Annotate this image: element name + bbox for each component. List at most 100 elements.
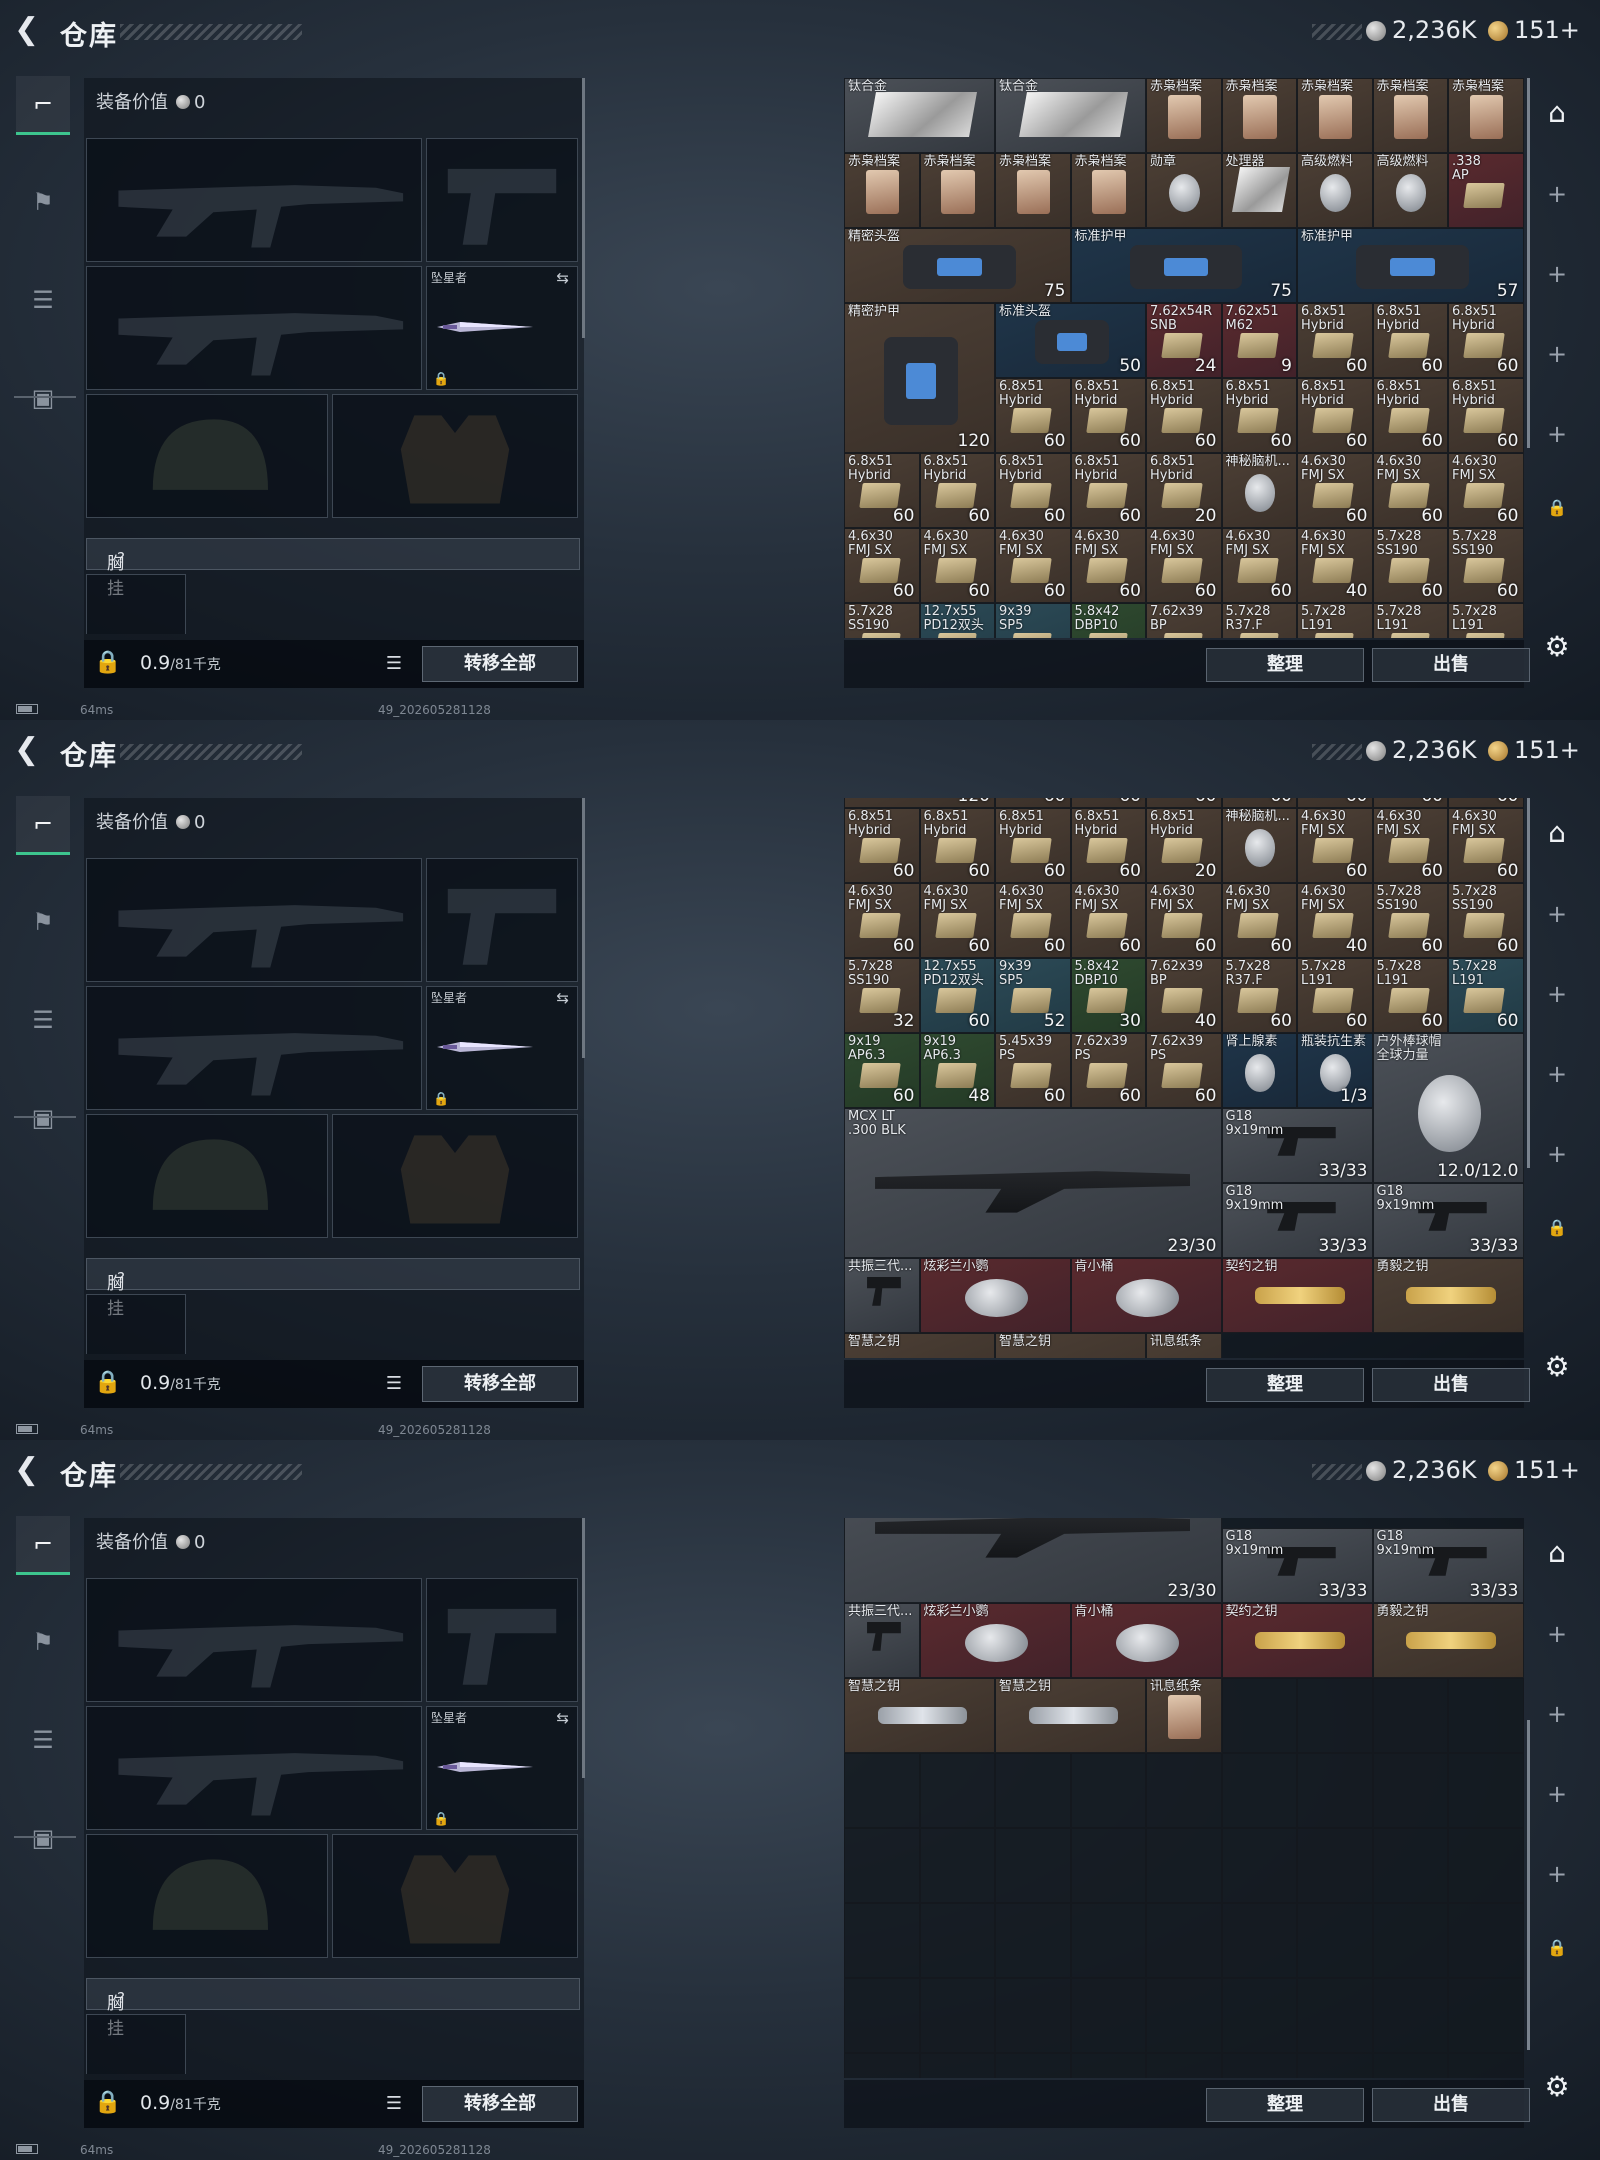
swap-icon[interactable]: ⇆ [556,989,569,1007]
inventory-item[interactable]: .338 AP [1448,153,1524,228]
inventory-item[interactable]: 60 [1070,798,1146,808]
empty-cell[interactable] [1448,1978,1524,2053]
sidebar-item-briefcase-icon[interactable]: ▣ [16,1090,70,1146]
empty-cell[interactable] [1448,1828,1524,1903]
inventory-item[interactable]: 4.6x30 FMJ SX 60 [844,883,920,958]
empty-cell[interactable] [1221,1828,1297,1903]
storage-icon[interactable]: ⌂ [1535,816,1579,849]
primary-weapon-slot[interactable] [86,858,422,982]
inventory-item[interactable]: 共振三代... [844,1603,920,1678]
inventory-item[interactable]: 120 [844,798,995,808]
inventory-item[interactable]: 赤枭档案 [1146,78,1222,153]
empty-cell[interactable] [995,1978,1071,2053]
sidebar-item-clipboard-icon[interactable]: ☰ [16,272,70,328]
lock-icon[interactable]: 🔒 [1535,498,1579,517]
inventory-item[interactable]: 赤枭档案 [1372,78,1448,153]
empty-cell[interactable] [919,1903,995,1978]
sell-button[interactable]: 出售 [1372,648,1530,682]
add-icon[interactable]: + [1535,1060,1579,1088]
inventory-item[interactable]: 讯息纸条 [1146,1678,1222,1753]
sidebar-item-weapon-icon[interactable]: ⌐ [16,76,70,135]
inventory-item[interactable]: 瓶装抗生素 1/3 [1297,1033,1373,1108]
empty-cell[interactable] [1297,1753,1373,1828]
empty-cell[interactable] [1070,1978,1146,2053]
storage-icon[interactable]: ⌂ [1535,96,1579,129]
sidebar-item-clipboard-icon[interactable]: ☰ [16,992,70,1048]
equipment-scrollbar[interactable] [582,798,585,1058]
empty-cell[interactable] [1448,1678,1524,1753]
empty-cell[interactable] [1372,1978,1448,2053]
sidebar-item-backpack-icon[interactable]: ⚑ [16,174,70,230]
inventory-item[interactable]: 4.6x30 FMJ SX 40 [1297,883,1373,958]
inventory-item[interactable]: 4.6x30 FMJ SX 60 [919,528,995,603]
empty-cell[interactable] [995,1753,1071,1828]
inventory-item[interactable]: 高级燃料 [1372,153,1448,228]
inventory-item[interactable]: 5.7x28 R37.F 60 [1221,958,1297,1033]
lock-icon[interactable]: 🔒 [94,650,121,675]
inventory-item[interactable]: 5.7x28 L191 60 [1448,958,1524,1033]
sidebar-item-weapon-icon[interactable]: ⌐ [16,1516,70,1575]
inventory-item[interactable]: 智慧之钥 [995,1333,1146,1358]
secondary-weapon-slot[interactable] [86,1706,422,1830]
empty-cell[interactable] [1372,1678,1448,1753]
inventory-item[interactable]: 4.6x30 FMJ SX 60 [1146,528,1222,603]
inventory-item[interactable]: 4.6x30 FMJ SX 60 [1297,453,1373,528]
inventory-item[interactable]: 4.6x30 FMJ SX 60 [1070,528,1146,603]
inventory-item[interactable]: 4.6x30 FMJ SX 60 [1372,808,1448,883]
inventory-item[interactable]: 赤枭档案 [1448,78,1524,153]
sell-button[interactable]: 出售 [1372,1368,1530,1402]
inventory-item[interactable]: 智慧之钥 [844,1333,995,1358]
arrange-button[interactable]: 整理 [1206,1368,1364,1402]
add-icon[interactable]: + [1535,1620,1579,1648]
empty-cell[interactable] [1221,1978,1297,2053]
inventory-item[interactable]: 9x39 SP5 [995,603,1071,638]
inventory-item[interactable]: 7.62x39 PS 60 [1146,1033,1222,1108]
equipment-scrollbar[interactable] [582,78,585,338]
inventory-item[interactable]: 智慧之钥 [995,1678,1146,1753]
inventory-scrollbar[interactable] [1527,798,1530,1168]
lock-icon[interactable]: 🔒 [1535,1218,1579,1237]
inventory-item[interactable]: 炫彩兰小鹦 [919,1258,1071,1333]
inventory-item[interactable]: MCX LT .300 BLK 23/30 [844,1108,1222,1258]
empty-cell[interactable] [1372,2053,1448,2078]
inventory-item[interactable]: 契约之钥 [1221,1603,1373,1678]
inventory-item[interactable]: 5.7x28 R37.F [1221,603,1297,638]
add-icon[interactable]: + [1535,1860,1579,1888]
inventory-item[interactable]: 5.7x28 L191 [1297,603,1373,638]
inventory-item[interactable]: 肯小桶 [1070,1258,1222,1333]
gear-icon[interactable]: ⚙ [1535,1350,1579,1383]
gear-icon[interactable]: ⚙ [1535,630,1579,663]
back-arrow-icon[interactable]: ❮ [14,732,39,768]
helmet-slot[interactable] [86,394,328,518]
inventory-item[interactable]: 6.8x51 Hybrid 60 [1372,303,1448,378]
helmet-slot[interactable] [86,1834,328,1958]
inventory-item[interactable]: 5.7x28 SS190 [844,603,920,638]
empty-cell[interactable] [919,1753,995,1828]
empty-cell[interactable] [1070,2053,1146,2078]
add-icon[interactable]: + [1535,900,1579,928]
empty-cell[interactable] [1221,1753,1297,1828]
inventory-item[interactable]: 6.8x51 Hybrid 60 [1070,808,1146,883]
swap-icon[interactable]: ⇆ [556,269,569,287]
inventory-item[interactable]: 7.62x39 PS 60 [1070,1033,1146,1108]
equipment-scrollbar[interactable] [582,1518,585,1778]
inventory-item[interactable]: 6.8x51 Hybrid 60 [1297,303,1373,378]
inventory-item[interactable]: 6.8x51 Hybrid 60 [1448,378,1524,453]
empty-cell[interactable] [919,1828,995,1903]
lock-icon[interactable]: 🔒 [94,2090,121,2115]
inventory-item[interactable]: 4.6x30 FMJ SX 60 [995,883,1071,958]
back-arrow-icon[interactable]: ❮ [14,1452,39,1488]
empty-cell[interactable] [1297,1828,1373,1903]
empty-cell[interactable] [1448,1903,1524,1978]
inventory-item[interactable]: 9x19 AP6.3 48 [919,1033,995,1108]
inventory-scrollbar[interactable] [1527,1720,1530,2050]
gold-currency[interactable]: 151+ [1488,1456,1580,1484]
inventory-item[interactable]: 4.6x30 FMJ SX 60 [844,528,920,603]
inventory-item[interactable]: 赤枭档案 [995,153,1071,228]
storage-icon[interactable]: ⌂ [1535,1536,1579,1569]
empty-cell[interactable] [1146,1753,1222,1828]
inventory-item[interactable]: 标准护甲 75 [1070,228,1297,303]
arrange-button[interactable]: 整理 [1206,648,1364,682]
empty-cell[interactable] [1146,2053,1222,2078]
arrange-button[interactable]: 整理 [1206,2088,1364,2122]
